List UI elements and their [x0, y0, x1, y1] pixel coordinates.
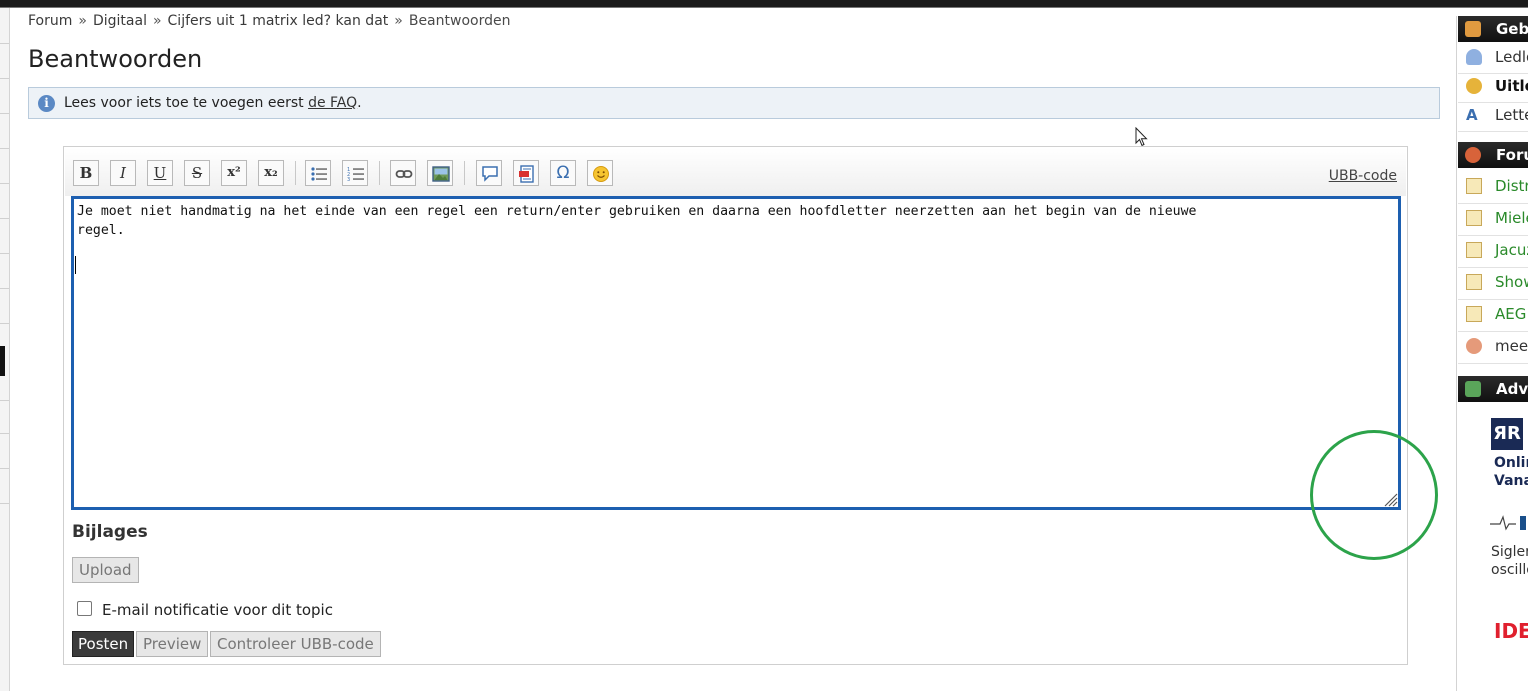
strikethrough-button[interactable]: S — [184, 160, 210, 186]
info-text-before: Lees voor iets toe te voegen eerst — [64, 95, 309, 111]
toolbar-separator — [379, 161, 380, 185]
toolbar-separator — [295, 161, 296, 185]
breadcrumb-separator: » — [394, 13, 403, 29]
special-character-button[interactable]: Ω — [550, 160, 576, 186]
top-bar — [0, 0, 1528, 8]
rss-icon — [1465, 147, 1481, 163]
reply-form: B I U S x² x₂ 123 Ω UBB-code Je moet nie… — [63, 146, 1408, 665]
sidebar-forum-item[interactable]: Jacuz — [1458, 236, 1528, 268]
breadcrumb: Forum » Digitaal » Cijfers uit 1 matrix led?… — [28, 13, 510, 29]
breadcrumb-current: Beantwoorden — [408, 13, 511, 29]
toolbar-separator — [464, 161, 465, 185]
link-icon — [395, 170, 413, 178]
sidebar-header-ads-label: Adve — [1496, 380, 1528, 398]
code-button[interactable] — [513, 160, 539, 186]
numbered-list-button[interactable]: 123 — [342, 160, 368, 186]
breadcrumb-topic[interactable]: Cijfers uit 1 matrix led? kan dat — [168, 13, 389, 29]
sidebar-forum-item[interactable]: AEG V — [1458, 300, 1528, 332]
preview-button[interactable]: Preview — [136, 631, 209, 657]
sidebar-forum-label: Show — [1495, 273, 1528, 291]
sidebar-item-label: Ledlo — [1495, 48, 1528, 66]
sidebar-item-font[interactable]: A Lette — [1458, 101, 1528, 132]
person-icon — [1466, 49, 1482, 65]
sidebar-item-label: Lette — [1495, 106, 1528, 124]
code-icon — [519, 165, 534, 183]
breadcrumb-digitaal[interactable]: Digitaal — [93, 13, 147, 29]
left-edge-strip — [0, 8, 10, 691]
attachments-title: Bijlages — [72, 522, 148, 542]
smiley-button[interactable] — [587, 160, 613, 186]
sidebar-header-forum: Forum — [1458, 142, 1528, 168]
sidebar-forum-item[interactable]: Miele — [1458, 204, 1528, 236]
advertisement-icon — [1465, 381, 1481, 397]
link-button[interactable] — [390, 160, 416, 186]
sidebar-forum-item[interactable]: Distri — [1458, 172, 1528, 204]
sidebar-forum-label: Distri — [1495, 177, 1528, 195]
ad-text[interactable]: Vana — [1494, 472, 1528, 490]
sidebar-item-user[interactable]: Ledlo — [1458, 43, 1528, 74]
numbered-list-icon: 123 — [347, 167, 364, 183]
sidebar-forum-label: Miele — [1495, 209, 1528, 227]
bullet-list-icon — [311, 167, 327, 181]
sidebar-forum-label: meer — [1495, 337, 1528, 355]
edit-icon — [1466, 242, 1482, 258]
font-size-icon: A — [1466, 106, 1478, 124]
underline-button[interactable]: U — [147, 160, 173, 186]
faq-link[interactable]: de FAQ — [308, 95, 357, 111]
sidebar-header-user: Gebr — [1458, 16, 1528, 42]
sidebar-header-forum-label: Forum — [1496, 146, 1528, 164]
info-text-after: . — [357, 95, 362, 111]
email-notification-checkbox[interactable] — [77, 601, 92, 616]
info-text: Lees voor iets toe te voegen eerst de FA… — [64, 95, 362, 111]
page-title: Beantwoorden — [28, 45, 203, 73]
user-icon — [1465, 21, 1481, 37]
sidebar-item-logout[interactable]: Uitlo — [1458, 72, 1528, 103]
breadcrumb-separator: » — [152, 13, 162, 29]
subscript-button[interactable]: x₂ — [258, 160, 284, 186]
message-textarea[interactable]: Je moet niet handmatig na het einde van … — [71, 196, 1401, 510]
sidebar-header-user-label: Gebr — [1496, 20, 1528, 38]
edit-icon — [1466, 178, 1482, 194]
bold-button[interactable]: B — [73, 160, 99, 186]
image-button[interactable] — [427, 160, 453, 186]
edit-icon — [1466, 210, 1482, 226]
sidebar-forum-more[interactable]: meer — [1458, 332, 1528, 364]
post-button[interactable]: Posten — [72, 631, 135, 657]
editor-toolbar: B I U S x² x₂ 123 Ω UBB-code — [65, 148, 1406, 196]
rss-icon — [1466, 338, 1482, 354]
superscript-button[interactable]: x² — [221, 160, 247, 186]
sidebar-header-ads: Adve — [1458, 376, 1528, 402]
check-ubb-button[interactable]: Controleer UBB-code — [210, 631, 381, 657]
info-icon: i — [38, 95, 55, 112]
oscilloscope-icon — [1490, 515, 1526, 531]
sidebar-forum-label: AEG V — [1495, 305, 1528, 323]
email-notification-label: E-mail notificatie voor dit topic — [102, 601, 333, 619]
edit-icon — [1466, 306, 1482, 322]
bullet-list-button[interactable] — [305, 160, 331, 186]
upload-button[interactable]: Upload — [72, 557, 139, 583]
image-icon — [432, 166, 450, 182]
logout-icon — [1466, 78, 1482, 94]
breadcrumb-forum[interactable]: Forum — [28, 13, 72, 29]
italic-button[interactable]: I — [110, 160, 136, 186]
info-notice: i Lees voor iets toe te voegen eerst de … — [28, 87, 1440, 119]
ubb-code-link[interactable]: UBB-code — [1329, 168, 1397, 184]
sidebar-item-label: Uitlo — [1495, 77, 1528, 95]
svg-text:3: 3 — [347, 177, 350, 183]
breadcrumb-separator: » — [78, 13, 87, 29]
ad-text[interactable]: Sigler — [1491, 543, 1528, 561]
right-sidebar: Gebr Ledlo Uitlo A Lette Forum Distri Mi… — [1456, 16, 1528, 691]
sidebar-forum-label: Jacuz — [1495, 241, 1528, 259]
quote-icon — [482, 166, 498, 182]
edit-icon — [1466, 274, 1482, 290]
ad-text[interactable]: Onlin — [1494, 454, 1528, 472]
sidebar-forum-item[interactable]: Show — [1458, 268, 1528, 300]
annotation-circle — [1310, 430, 1438, 560]
smiley-icon — [593, 166, 609, 182]
ad-logo[interactable]: ЯR — [1491, 418, 1523, 450]
quote-button[interactable] — [476, 160, 502, 186]
ad-text[interactable]: oscillo — [1491, 561, 1528, 579]
ad-logo-text[interactable]: IDE — [1494, 619, 1528, 643]
mouse-pointer-icon — [1135, 127, 1148, 147]
